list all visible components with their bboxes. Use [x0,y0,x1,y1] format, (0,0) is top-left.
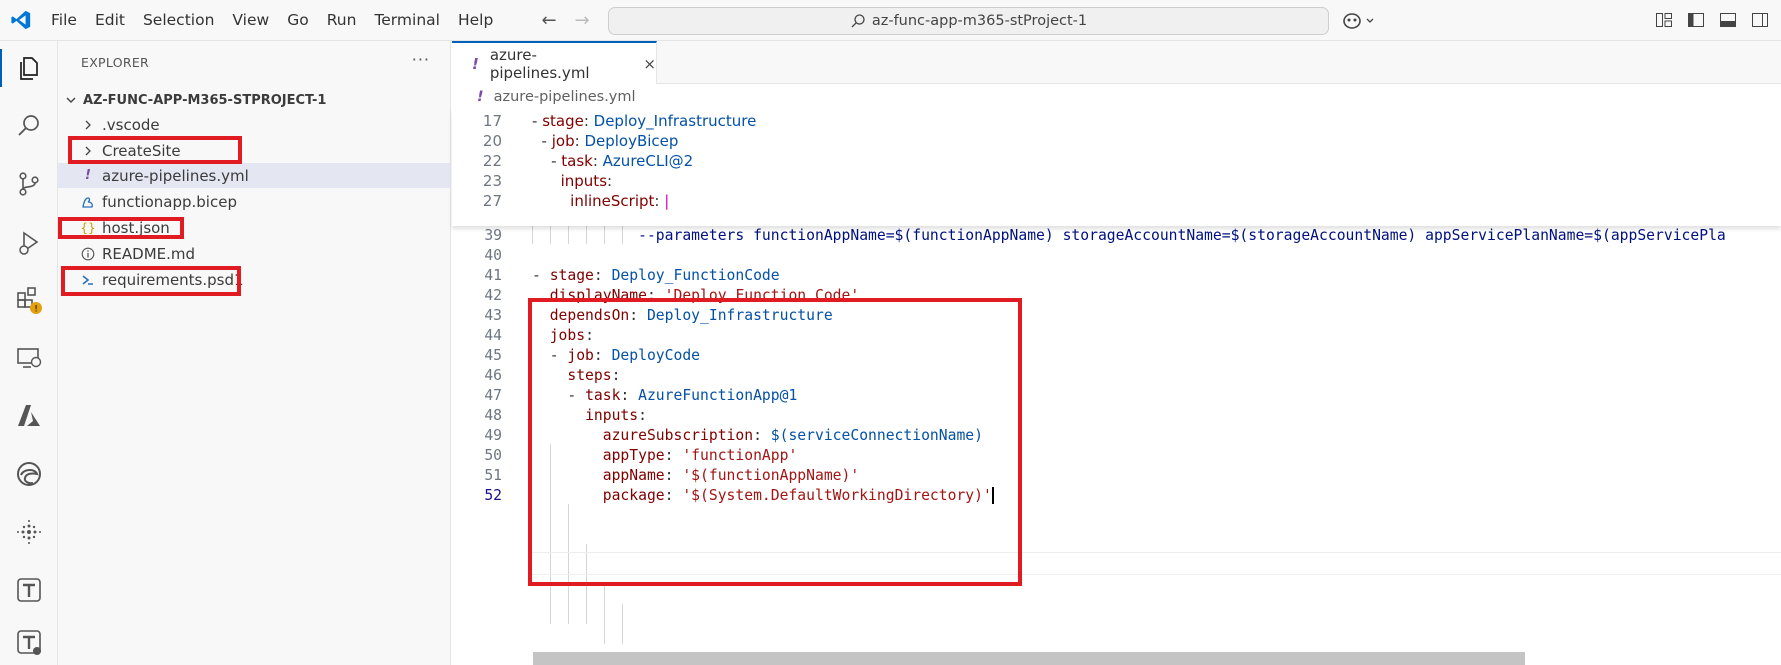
annotation-box-host-json [58,217,184,239]
yaml-icon: ! [85,168,91,183]
tree-item-functionapp-bicep[interactable]: functionapp.bicep [58,189,451,214]
yaml-icon: ! [477,89,484,105]
edge-icon[interactable] [12,457,46,491]
indent-guide [622,604,623,644]
annotation-box-createsite [68,136,242,164]
command-center-text: az-func-app-m365-stProject-1 [871,13,1088,29]
annotation-box-requirements [61,266,241,296]
yaml-key: inputs [560,172,608,190]
tree-item-label: README.md [102,244,196,263]
workspace-root-label: AZ-FUNC-APP-M365-STPROJECT-1 [83,92,327,108]
svg-text:!: ! [34,305,38,315]
menu-file[interactable]: File [42,0,86,41]
editor-tab-bar: ! azure-pipelines.yml × [452,41,1781,84]
search-icon[interactable] [12,109,46,143]
code-line[interactable]: 27 inlineScript: | [452,190,1781,213]
annotation-box-deploy-functioncode [528,298,1022,586]
yaml-value: DeployBicep [584,132,679,150]
yaml-key: task [561,152,593,170]
yaml-value: Deploy_FunctionCode [611,267,780,284]
breadcrumb: ! azure-pipelines.yml [452,86,636,108]
copilot-chat-icon[interactable] [12,515,46,549]
source-control-icon[interactable] [12,167,46,201]
tab-azure-pipelines[interactable]: ! azure-pipelines.yml × [452,41,657,84]
sticky-scroll-header[interactable]: 17- stage: Deploy_Infrastructure 20 - job… [452,108,1781,226]
active-indicator [0,49,2,87]
title-bar: File Edit Selection View Go Run Terminal… [0,0,1781,41]
menu-edit[interactable]: Edit [86,0,134,41]
menu-terminal[interactable]: Terminal [365,0,449,41]
info-icon [80,246,96,262]
menu-view[interactable]: View [223,0,278,41]
vscode-logo-icon [11,10,31,30]
yaml-value: Deploy_Infrastructure [593,112,757,130]
explorer-sidebar: EXPLORER ··· AZ-FUNC-APP-M365-STPROJECT-… [58,41,451,665]
list-dash: - [541,132,552,150]
activity-bar: ! [0,41,58,665]
horizontal-scrollbar[interactable] [533,652,1525,665]
tree-item-label: functionapp.bicep [102,192,237,211]
terraform-cloud-icon[interactable] [12,625,46,659]
remote-explorer-icon[interactable] [12,341,46,375]
tree-item-readme[interactable]: README.md [58,241,451,266]
workspace-root-folder[interactable]: AZ-FUNC-APP-M365-STPROJECT-1 [58,88,451,112]
copilot-icon[interactable] [1342,10,1378,32]
more-actions-icon[interactable]: ··· [412,50,430,69]
explorer-icon[interactable] [12,51,46,85]
run-debug-icon[interactable] [12,225,46,259]
list-dash: - [532,112,543,130]
tree-item-vscode[interactable]: .vscode [58,112,451,137]
menu-selection[interactable]: Selection [134,0,223,41]
list-dash: - [551,152,562,170]
yaml-value: | [664,192,670,210]
extensions-icon[interactable]: ! [12,283,46,317]
toggle-panel-icon[interactable] [1719,11,1737,29]
forward-arrow-icon[interactable]: → [571,10,593,32]
tree-item-azure-pipelines[interactable]: ! azure-pipelines.yml [58,163,451,188]
script-text: --parameters functionAppName=$(functionA… [638,227,1726,244]
layout-controls [1655,11,1769,29]
tree-item-label: azure-pipelines.yml [102,166,249,185]
toggle-secondary-sidebar-icon[interactable] [1751,11,1769,29]
yaml-value: AzureCLI@2 [602,152,694,170]
menu-bar: File Edit Selection View Go Run Terminal… [42,0,502,41]
chevron-right-icon [80,117,96,133]
back-arrow-icon[interactable]: ← [538,10,560,32]
toggle-primary-sidebar-icon[interactable] [1687,11,1705,29]
menu-go[interactable]: Go [278,0,318,41]
chevron-down-icon [66,97,76,103]
bicep-icon [80,194,96,210]
azure-icon[interactable] [12,399,46,433]
list-dash: - [532,267,550,284]
tab-label: azure-pipelines.yml [489,45,590,82]
line-number: 27 [482,192,502,210]
yaml-key: inlineScript [570,192,655,210]
search-icon [851,14,865,28]
tree-item-label: .vscode [102,115,160,134]
menu-help[interactable]: Help [449,0,502,41]
line-text: inlineScript: | [570,192,670,210]
yaml-icon: ! [472,54,479,73]
yaml-key: job [551,132,575,150]
command-center-search[interactable]: az-func-app-m365-stProject-1 [608,7,1329,35]
customize-layout-icon[interactable] [1655,11,1673,29]
yaml-key: stage [549,267,594,284]
close-icon[interactable]: × [643,55,656,73]
terraform-icon[interactable] [12,573,46,607]
explorer-title: EXPLORER [81,55,150,70]
menu-run[interactable]: Run [318,0,366,41]
yaml-key: stage [542,112,584,130]
breadcrumb-file[interactable]: azure-pipelines.yml [494,89,636,105]
indent-guide [604,584,605,644]
line-number: 52 [484,487,502,504]
